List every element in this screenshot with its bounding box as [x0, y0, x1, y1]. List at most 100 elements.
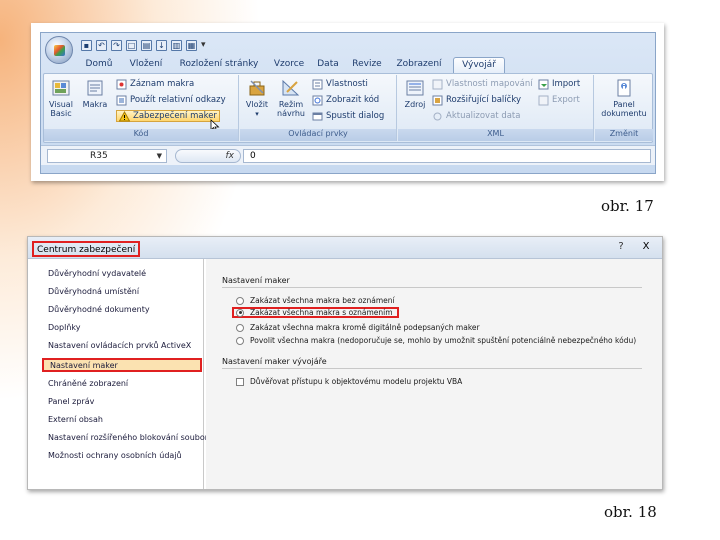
group-label-zmenit: Změnit	[595, 129, 653, 141]
document-panel-icon	[617, 79, 631, 97]
expansion-packs-button[interactable]: Rozšiřující balíčky	[432, 94, 521, 106]
radio-button[interactable]	[236, 336, 244, 345]
option-label: Povolit všechna makra (nedoporučuje se, …	[250, 336, 637, 345]
category-list: Důvěryhodní vydavatelé Důvěryhodná umíst…	[28, 259, 213, 489]
import-button[interactable]: Import	[538, 78, 580, 90]
vba-access-option[interactable]: Důvěřovat přístupu k objektovému modelu …	[236, 376, 462, 387]
refresh-icon	[433, 112, 442, 120]
close-button[interactable]: X	[636, 240, 656, 254]
radio-button-selected[interactable]	[236, 308, 244, 317]
relative-references-button[interactable]: Použít relativní odkazy	[116, 94, 226, 106]
tab-revize[interactable]: Revize	[349, 57, 385, 73]
refresh-data-button[interactable]: Aktualizovat data	[432, 110, 520, 122]
tab-data[interactable]: Data	[313, 57, 343, 73]
source-button[interactable]: Zdroj	[400, 78, 430, 109]
nav-item[interactable]: Důvěryhodná umístění	[48, 285, 139, 299]
save-icon[interactable]: ▪	[81, 39, 92, 51]
relative-references-icon	[116, 95, 127, 105]
checkbox-label: Důvěřovat přístupu k objektovému modelu …	[250, 377, 463, 386]
nav-item[interactable]: Doplňky	[48, 321, 81, 335]
undo-icon[interactable]: ↶	[96, 39, 107, 51]
excel-screenshot: ▪ ↶ ↷ □ ▤ ↓ ▥ ▦ ▾ Domů Vložení Rozložení…	[31, 23, 664, 181]
makra-label: Makra	[82, 100, 108, 109]
nav-item[interactable]: Nastavení rozšířeného blokování souborů	[48, 431, 213, 445]
tab-rozlozeni-stranky[interactable]: Rozložení stránky	[175, 57, 263, 73]
nav-item[interactable]: Externí obsah	[48, 413, 103, 427]
chart-icon[interactable]: ▥	[171, 39, 182, 51]
nav-item[interactable]: Chráněné zobrazení	[48, 377, 128, 391]
group-kod: Visual Basic Makra Záznam makra Použít r…	[44, 75, 239, 141]
view-code-button[interactable]: Zobrazit kód	[312, 94, 379, 106]
redo-icon[interactable]: ↷	[111, 39, 122, 51]
dialog-titlebar: Centrum zabezpečení ? X	[28, 237, 662, 259]
tab-vzorce[interactable]: Vzorce	[269, 57, 309, 73]
document-panel-button[interactable]: Panel dokumentu	[597, 78, 651, 118]
document-panel-label: Panel dokumentu	[601, 100, 647, 118]
radio-button[interactable]	[236, 323, 244, 332]
formula-controls: fx	[175, 149, 241, 163]
macro-option[interactable]: Povolit všechna makra (nedoporučuje se, …	[236, 335, 636, 346]
view-code-icon	[312, 95, 323, 105]
help-button[interactable]: ?	[612, 240, 630, 254]
macro-option[interactable]: Zakázat všechna makra bez oznámení	[236, 295, 395, 306]
macro-security-button[interactable]: Zabezpečení maker	[116, 110, 220, 122]
ribbon-tabs: Domů Vložení Rozložení stránky Vzorce Da…	[41, 55, 655, 73]
xml-source-icon	[406, 80, 424, 96]
design-mode-button[interactable]: Režim návrhu	[276, 78, 306, 118]
export-button[interactable]: Export	[538, 94, 580, 106]
macro-option-selected[interactable]: Zakázat všechna makra s oznámením	[232, 307, 399, 318]
customize-qat-icon[interactable]: ▾	[201, 40, 206, 50]
new-document-icon[interactable]: □	[126, 39, 137, 51]
macro-option[interactable]: Zakázat všechna makra kromě digitálně po…	[236, 322, 480, 333]
makra-button[interactable]: Makra	[80, 78, 110, 109]
relative-references-label: Použít relativní odkazy	[130, 95, 226, 105]
tab-vyvojar[interactable]: Vývojář	[453, 57, 505, 73]
import-icon	[538, 79, 549, 89]
group-xml: Zdroj Vlastnosti mapování Rozšiřující ba…	[398, 75, 594, 141]
visual-basic-button[interactable]: Visual Basic	[46, 78, 76, 118]
nav-item[interactable]: Důvěryhodní vydavatelé	[48, 267, 146, 281]
name-box[interactable]: R35 ▼	[47, 149, 167, 163]
nav-item[interactable]: Panel zpráv	[48, 395, 94, 409]
name-box-dropdown-icon[interactable]: ▼	[157, 150, 162, 162]
caption-fig18: obr. 18	[604, 503, 657, 521]
nav-item[interactable]: Důvěryhodné dokumenty	[48, 303, 150, 317]
record-macro-button[interactable]: Záznam makra	[116, 78, 194, 90]
insert-control-button[interactable]: Vložit ▾	[242, 78, 272, 119]
formula-input[interactable]: 0	[243, 149, 651, 163]
properties-label: Vlastnosti	[326, 79, 368, 89]
visual-basic-label: Visual Basic	[49, 100, 73, 118]
nav-item-selected[interactable]: Nastavení maker	[42, 358, 202, 372]
radio-button[interactable]	[236, 296, 244, 305]
view-code-label: Zobrazit kód	[326, 95, 380, 105]
nav-item[interactable]: Možnosti ochrany osobních údajů	[48, 449, 182, 463]
export-label: Export	[552, 95, 580, 105]
option-label: Zakázat všechna makra kromě digitálně po…	[250, 323, 480, 332]
run-dialog-button[interactable]: Spustit dialog	[312, 110, 384, 122]
map-properties-button[interactable]: Vlastnosti mapování	[432, 78, 533, 90]
checkbox[interactable]	[236, 377, 244, 386]
sort-icon[interactable]: ↓	[156, 39, 167, 51]
macros-icon	[87, 80, 103, 96]
source-label: Zdroj	[404, 100, 426, 109]
properties-icon	[312, 79, 323, 89]
nav-item[interactable]: Nastavení ovládacích prvků ActiveX	[48, 339, 191, 353]
properties-button[interactable]: Vlastnosti	[312, 78, 368, 90]
design-mode-icon	[282, 79, 300, 96]
run-dialog-label: Spustit dialog	[326, 111, 385, 121]
tab-domu[interactable]: Domů	[81, 57, 117, 73]
insert-function-button[interactable]: fx	[226, 150, 235, 163]
print-preview-icon[interactable]: ▤	[141, 39, 152, 51]
ribbon: Visual Basic Makra Záznam makra Použít r…	[43, 73, 653, 143]
refresh-data-label: Aktualizovat data	[446, 111, 521, 121]
dialog-title: Centrum zabezpečení	[32, 241, 141, 257]
tab-zobrazeni[interactable]: Zobrazení	[391, 57, 447, 73]
group-label-xml: XML	[398, 129, 593, 141]
table-icon[interactable]: ▦	[186, 39, 197, 51]
insert-control-label: Vložit	[245, 100, 269, 109]
expansion-packs-icon	[432, 95, 443, 105]
settings-pane: Nastavení maker Zakázat všechna makra be…	[206, 259, 662, 489]
tab-vlozeni[interactable]: Vložení	[123, 57, 169, 73]
expansion-packs-label: Rozšiřující balíčky	[446, 95, 521, 105]
caption-fig17: obr. 17	[601, 197, 654, 215]
